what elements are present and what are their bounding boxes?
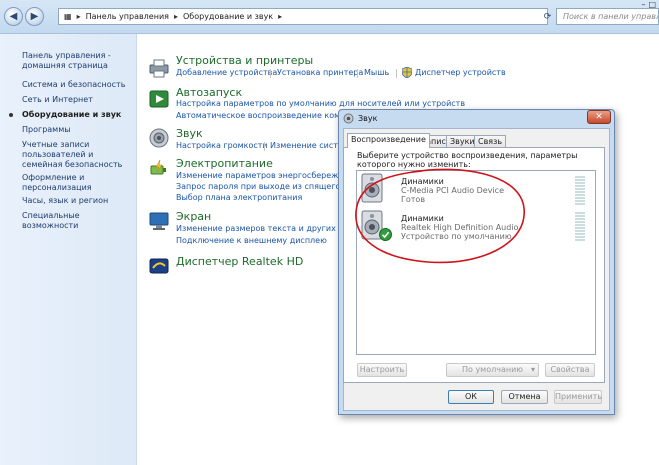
category-devices-printers-title[interactable]: Устройства и принтеры — [176, 54, 313, 67]
link-separator — [264, 142, 265, 151]
link-autoplay-cd[interactable]: Автоматическое воспроизведение компакт- — [176, 111, 363, 121]
category-autoplay-title[interactable]: Автозапуск — [176, 86, 242, 99]
close-button[interactable]: ✕ — [587, 110, 611, 124]
current-section-bullet — [9, 113, 13, 117]
display-icon — [149, 212, 169, 230]
maximize-icon[interactable]: □ — [648, 0, 656, 9]
forward-button[interactable]: ▶ — [25, 7, 44, 26]
link-power-saving[interactable]: Изменение параметров энергосбережения — [176, 171, 359, 181]
breadcrumb-chevron-icon: ▸ — [173, 12, 178, 21]
window-controls: – □ — [600, 0, 659, 9]
sidebar-item-programs[interactable]: Программы — [22, 125, 132, 135]
refresh-icon: ⟳ — [543, 11, 552, 22]
apply-button[interactable]: Применить — [554, 390, 602, 404]
category-realtek-title[interactable]: Диспетчер Realtek HD — [176, 255, 303, 268]
forward-arrow-icon: ▶ — [30, 11, 39, 22]
level-meter — [575, 176, 585, 206]
link-choose-power-plan[interactable]: Выбор плана электропитания — [176, 193, 302, 203]
dropdown-arrow-icon: ▾ — [530, 365, 535, 374]
set-default-label: По умолчанию — [461, 365, 524, 374]
sidebar-item-clock-region[interactable]: Часы, язык и регион — [22, 196, 132, 206]
sidebar-item-hardware-sound: Оборудование и звук — [22, 110, 122, 119]
dialog-title-bar: Звук — [343, 111, 377, 126]
sidebar-item-network[interactable]: Сеть и Интернет — [22, 95, 132, 105]
link-device-manager[interactable]: Диспетчер устройств — [415, 68, 506, 78]
sidebar-item-home[interactable]: Панель управления - домашняя страница — [22, 51, 132, 71]
breadcrumb-hardware-sound[interactable]: Оборудование и звук — [183, 12, 273, 21]
sidebar-item-user-accounts[interactable]: Учетные записи пользователей и семейная … — [22, 140, 132, 170]
link-separator — [357, 69, 358, 78]
link-external-display[interactable]: Подключение к внешнему дисплею — [176, 236, 327, 246]
sidebar-item-appearance[interactable]: Оформление и персонализация — [22, 173, 132, 193]
refresh-button[interactable]: ⟳ — [540, 9, 555, 24]
level-meter — [575, 212, 585, 242]
link-autoplay-defaults[interactable]: Настройка параметров по умолчанию для но… — [176, 99, 465, 109]
link-require-password-wake[interactable]: Запрос пароля при выходе из спящего ре — [176, 182, 353, 192]
printer-icon — [149, 59, 169, 78]
tab-playback[interactable]: Воспроизведение — [347, 133, 430, 148]
breadcrumb-control-panel[interactable]: Панель управления — [86, 12, 169, 21]
power-icon — [150, 159, 166, 175]
category-power-title[interactable]: Электропитание — [176, 157, 273, 170]
ok-button[interactable]: ОК — [448, 390, 494, 404]
link-add-printer[interactable]: Установка принтера — [277, 68, 363, 78]
category-display-title[interactable]: Экран — [176, 210, 211, 223]
realtek-icon — [149, 258, 169, 274]
red-annotation-circle — [355, 168, 525, 264]
cancel-button[interactable]: Отмена — [501, 390, 548, 404]
speaker-small-icon — [343, 113, 354, 124]
link-separator — [396, 69, 397, 78]
autoplay-icon — [149, 90, 169, 108]
minimize-icon[interactable]: – — [641, 0, 645, 9]
sidebar-item-accessibility[interactable]: Специальные возможности — [22, 211, 132, 231]
back-button[interactable]: ◀ — [4, 7, 23, 26]
control-panel-folder-icon: ▦ — [64, 12, 72, 21]
properties-button[interactable]: Свойства — [545, 363, 595, 377]
search-input[interactable]: Поиск в панели управления — [556, 8, 659, 25]
link-add-device[interactable]: Добавление устройства — [176, 68, 277, 78]
set-default-button[interactable]: По умолчанию ▾ — [446, 363, 539, 377]
sidebar-item-system-security[interactable]: Система и безопасность — [22, 80, 132, 90]
configure-button[interactable]: Настроить — [357, 363, 407, 377]
breadcrumb-chevron-icon: ▸ — [278, 12, 283, 21]
uac-shield-icon — [402, 67, 412, 78]
speaker-icon — [149, 128, 169, 148]
address-bar[interactable]: ▦ ▸ Панель управления ▸ Оборудование и з… — [58, 8, 548, 25]
dialog-title: Звук — [358, 114, 378, 123]
category-sound-title[interactable]: Звук — [176, 127, 203, 140]
link-separator — [270, 69, 271, 78]
close-icon: ✕ — [595, 112, 603, 122]
back-arrow-icon: ◀ — [9, 11, 18, 22]
breadcrumb-chevron-icon: ▸ — [76, 12, 81, 21]
link-adjust-volume[interactable]: Настройка громкости — [176, 141, 268, 151]
link-mouse[interactable]: Мышь — [364, 68, 389, 78]
